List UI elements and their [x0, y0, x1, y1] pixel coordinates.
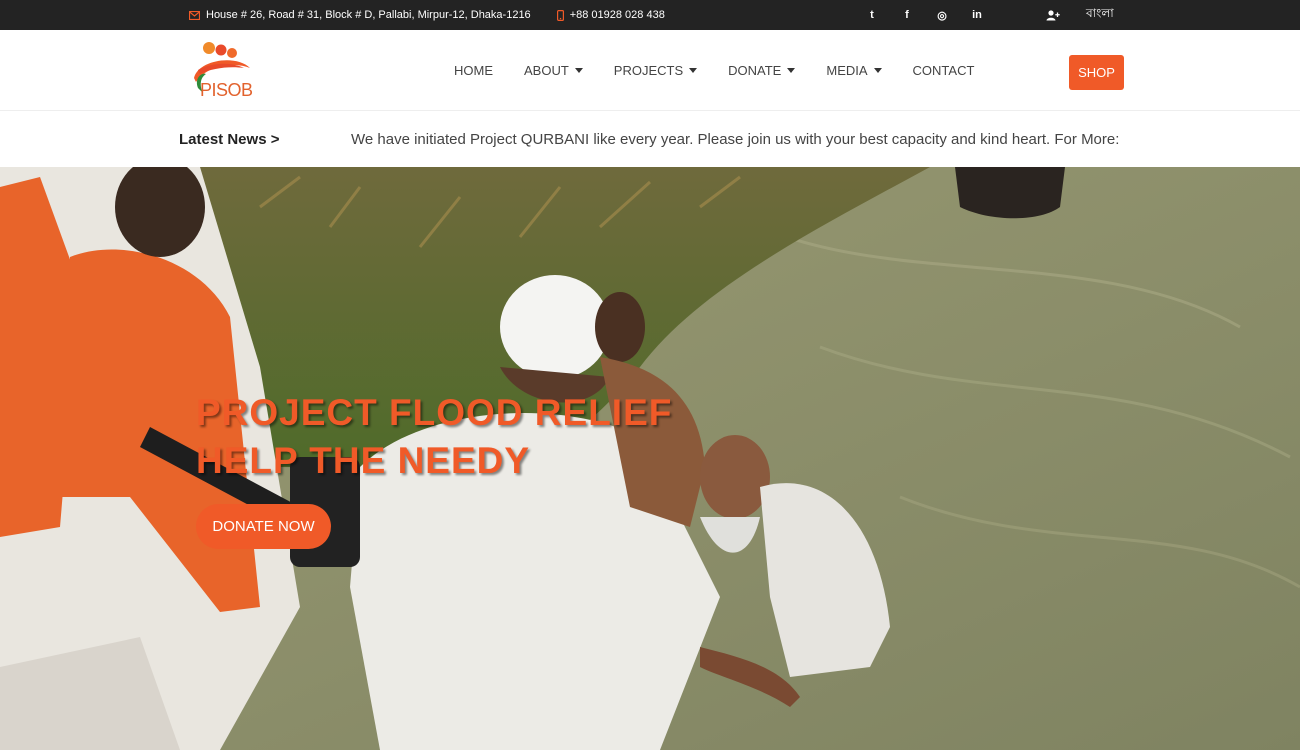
- nav-about[interactable]: ABOUT: [524, 63, 583, 78]
- top-bar: House # 26, Road # 31, Block # D, Pallab…: [0, 0, 1300, 30]
- address-text: House # 26, Road # 31, Block # D, Pallab…: [206, 9, 531, 21]
- instagram-icon[interactable]: ◎: [932, 5, 952, 25]
- linkedin-icon[interactable]: in: [967, 5, 987, 25]
- mobile-phone-icon: [556, 9, 564, 21]
- nav-contact[interactable]: CONTACT: [913, 63, 975, 78]
- contact-info: House # 26, Road # 31, Block # D, Pallab…: [189, 0, 691, 30]
- site-header: PISOB HOME ABOUT PROJECTS DONATE MEDIA C…: [0, 30, 1300, 111]
- caret-down-icon: [873, 68, 882, 73]
- hero-title-line-1: PROJECT FLOOD RELIEF: [196, 392, 673, 433]
- nav-projects-label: PROJECTS: [613, 63, 684, 78]
- news-ticker-text[interactable]: We have initiated Project QURBANI like e…: [351, 111, 1124, 167]
- envelope-icon: [189, 10, 200, 20]
- caret-down-icon: [574, 68, 583, 73]
- nav-home-label: HOME: [454, 63, 493, 78]
- hero-title: PROJECT FLOOD RELIEF HELP THE NEEDY: [196, 389, 672, 485]
- news-ticker-bar: Latest News > We have initiated Project …: [0, 111, 1300, 167]
- twitter-icon[interactable]: t: [862, 5, 882, 25]
- phone-item: +88 01928 028 438: [556, 9, 665, 21]
- facebook-icon[interactable]: f: [897, 5, 917, 25]
- main-nav: HOME ABOUT PROJECTS DONATE MEDIA CONTACT: [454, 30, 1005, 111]
- nav-contact-label: CONTACT: [912, 63, 975, 78]
- logo-text: PISOB: [200, 80, 253, 100]
- nav-donate-label: DONATE: [728, 63, 782, 78]
- hero-banner: PROJECT FLOOD RELIEF HELP THE NEEDY DONA…: [0, 167, 1300, 750]
- nav-media[interactable]: MEDIA: [826, 63, 882, 78]
- topbar-right: বাংলা: [1046, 0, 1114, 30]
- logo[interactable]: PISOB: [186, 38, 260, 104]
- nav-projects[interactable]: PROJECTS: [613, 63, 698, 78]
- nav-donate[interactable]: DONATE: [728, 63, 796, 78]
- caret-down-icon: [689, 68, 698, 73]
- nav-media-label: MEDIA: [826, 63, 868, 78]
- social-links: t f ◎ in: [862, 0, 1002, 30]
- caret-down-icon: [787, 68, 796, 73]
- latest-news-label: Latest News >: [179, 130, 280, 148]
- language-switch[interactable]: বাংলা: [1086, 5, 1114, 25]
- address-item: House # 26, Road # 31, Block # D, Pallab…: [189, 9, 531, 21]
- shop-button[interactable]: SHOP: [1069, 55, 1124, 90]
- hero-title-line-2: HELP THE NEEDY: [196, 440, 531, 481]
- donate-now-button[interactable]: DONATE NOW: [196, 504, 331, 549]
- nav-about-label: ABOUT: [524, 63, 569, 78]
- nav-home[interactable]: HOME: [454, 63, 493, 78]
- user-plus-icon[interactable]: [1046, 9, 1060, 21]
- phone-text: +88 01928 028 438: [569, 9, 665, 21]
